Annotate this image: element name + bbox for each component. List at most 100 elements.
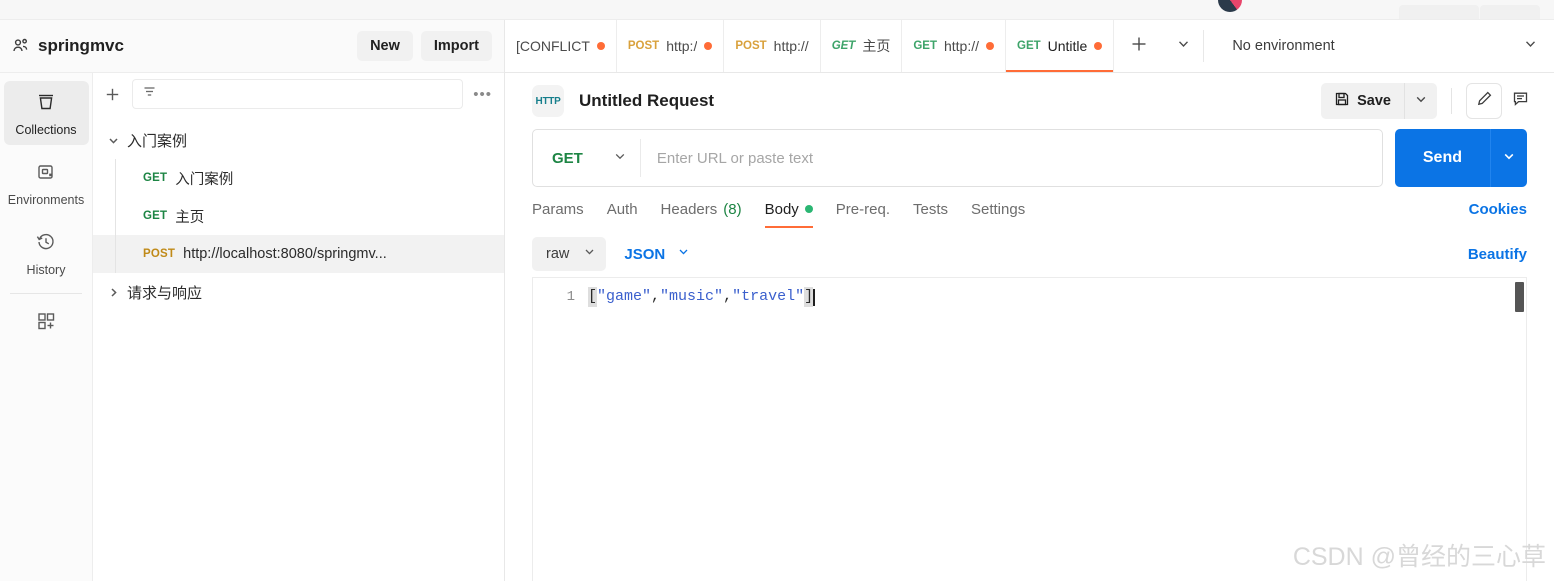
workspace-name: springmvc	[38, 36, 124, 55]
editor-gutter: 1	[533, 278, 588, 581]
tab-tests-label: Tests	[912, 200, 948, 218]
tree-folder-label: 请求与响应	[127, 284, 203, 302]
new-button[interactable]: New	[357, 31, 413, 61]
sidebar-item-collections-label: Collections	[15, 123, 77, 137]
body-type-row: raw JSON Beautify	[505, 231, 1554, 277]
sidebar-item-environments[interactable]: Environments	[4, 151, 89, 215]
tab-tests[interactable]: Tests	[913, 187, 948, 231]
body-mode-selector[interactable]: raw	[532, 237, 607, 271]
sidebar-item-history[interactable]: History	[4, 221, 89, 285]
tab-list-dropdown[interactable]	[1164, 20, 1203, 72]
collections-panel: ••• 入门案例 GET 入门案例 GET 主页 POST http://loc…	[93, 73, 504, 581]
tab-method: POST	[735, 40, 767, 52]
tree-request-label: http://localhost:8080/springmv...	[183, 246, 387, 262]
tab-label: Untitle	[1047, 38, 1088, 54]
collection-tree: 入门案例 GET 入门案例 GET 主页 POST http://localho…	[93, 115, 504, 311]
tab-label: [CONFLICT	[516, 38, 590, 54]
tab-prerequest-label: Pre-req.	[835, 200, 890, 218]
method-selector[interactable]: GET	[533, 130, 640, 186]
more-horizontal-icon[interactable]: •••	[473, 86, 492, 103]
tab-get-home[interactable]: GET 主页	[821, 20, 903, 72]
request-section-tabs: Params Auth Headers (8) Body Pre-req. Te…	[505, 187, 1554, 231]
edit-request-button[interactable]	[1466, 83, 1502, 119]
unsaved-dot	[1094, 42, 1103, 50]
json-string-1: "game"	[597, 288, 652, 305]
comment-button[interactable]	[1502, 83, 1538, 119]
tab-get-http[interactable]: GET http://	[902, 20, 1006, 72]
url-bar-row: GET Send	[505, 129, 1554, 187]
tab-prerequest[interactable]: Pre-req.	[836, 187, 890, 231]
body-format-label: JSON	[624, 245, 666, 263]
tree-guide-line	[115, 235, 116, 273]
new-tab-button[interactable]	[1114, 20, 1164, 72]
history-icon	[35, 231, 57, 258]
body-format-selector[interactable]: JSON	[624, 245, 690, 263]
activity-rail: Collections Environments History	[0, 73, 93, 581]
tree-guide-line	[115, 197, 116, 235]
request-header: HTTP Untitled Request Save	[505, 73, 1554, 129]
tree-request-row[interactable]: GET 入门案例	[93, 159, 504, 197]
import-button[interactable]: Import	[420, 31, 492, 61]
chevron-down-icon	[1176, 36, 1191, 56]
top-button-right[interactable]	[1480, 5, 1540, 19]
tab-post-2[interactable]: POST http://	[724, 20, 821, 72]
collections-icon	[35, 91, 57, 118]
chevron-right-icon[interactable]	[107, 286, 127, 299]
tree-folder-row[interactable]: 请求与响应	[93, 273, 504, 311]
tab-label: 主页	[862, 38, 891, 54]
chevron-down-icon[interactable]	[107, 134, 127, 147]
postman-app-window: springmvc New Import Collections Environ…	[0, 0, 1554, 581]
tree-folder-row[interactable]: 入门案例	[93, 121, 504, 159]
editor-code-area[interactable]: ["game", "music", "travel"]	[588, 278, 1526, 581]
tab-get-untitled[interactable]: GET Untitle	[1006, 20, 1115, 72]
tab-params[interactable]: Params	[532, 187, 584, 231]
chevron-down-icon	[1502, 149, 1516, 168]
body-has-content-dot	[804, 205, 813, 213]
tab-auth[interactable]: Auth	[607, 187, 638, 231]
tree-request-row-selected[interactable]: POST http://localhost:8080/springmv...	[93, 235, 504, 273]
rail-divider	[10, 293, 82, 294]
search-input[interactable]	[132, 79, 464, 109]
window-top-strip	[0, 0, 1554, 20]
tab-headers-label: Headers	[660, 200, 718, 218]
headers-count-badge: (8)	[723, 200, 742, 218]
body-mode-label: raw	[546, 246, 570, 262]
tab-headers[interactable]: Headers (8)	[661, 187, 742, 231]
plus-icon	[1128, 33, 1150, 60]
unsaved-dot	[704, 42, 713, 50]
save-dropdown-button[interactable]	[1404, 83, 1437, 119]
chevron-down-icon	[1414, 92, 1428, 111]
tab-settings[interactable]: Settings	[971, 187, 1025, 231]
tab-post-1[interactable]: POST http:/	[617, 20, 725, 72]
request-tab-bar: [CONFLICT POST http:/ POST http:// GET 主…	[505, 20, 1554, 73]
sidebar-item-collections[interactable]: Collections	[3, 81, 89, 145]
tab-body[interactable]: Body	[764, 187, 814, 231]
editor-scrollbar[interactable]	[1515, 282, 1524, 312]
environment-selector[interactable]: No environment	[1204, 20, 1554, 72]
save-button[interactable]: Save	[1321, 83, 1404, 119]
left-lower: Collections Environments History ••• 入门案…	[0, 73, 504, 581]
avatar[interactable]	[1218, 0, 1242, 12]
chevron-down-icon	[677, 245, 690, 263]
tab-conflict[interactable]: [CONFLICT	[505, 20, 617, 72]
sidebar-item-add-module[interactable]	[0, 304, 92, 343]
tree-folder-label: 入门案例	[127, 132, 188, 150]
main-split: springmvc New Import Collections Environ…	[0, 20, 1554, 581]
cookies-link[interactable]: Cookies	[1469, 201, 1527, 218]
send-dropdown-button[interactable]	[1490, 129, 1527, 187]
tab-method: GET	[1017, 40, 1041, 52]
save-floppy-icon	[1334, 91, 1350, 111]
plus-icon[interactable]	[103, 85, 122, 104]
top-button-left[interactable]	[1399, 5, 1479, 19]
body-code-editor[interactable]: 1 ["game", "music", "travel"]	[532, 277, 1527, 581]
search-input-field[interactable]	[164, 86, 454, 102]
beautify-button[interactable]: Beautify	[1468, 246, 1527, 263]
url-input[interactable]	[640, 130, 1382, 186]
tab-label: http://	[773, 38, 809, 54]
tab-auth-label: Auth	[606, 200, 638, 218]
users-icon	[8, 36, 34, 56]
chevron-down-icon	[1523, 36, 1538, 56]
send-button[interactable]: Send	[1394, 129, 1490, 187]
tree-guide-line	[115, 159, 116, 197]
tree-request-row[interactable]: GET 主页	[93, 197, 504, 235]
